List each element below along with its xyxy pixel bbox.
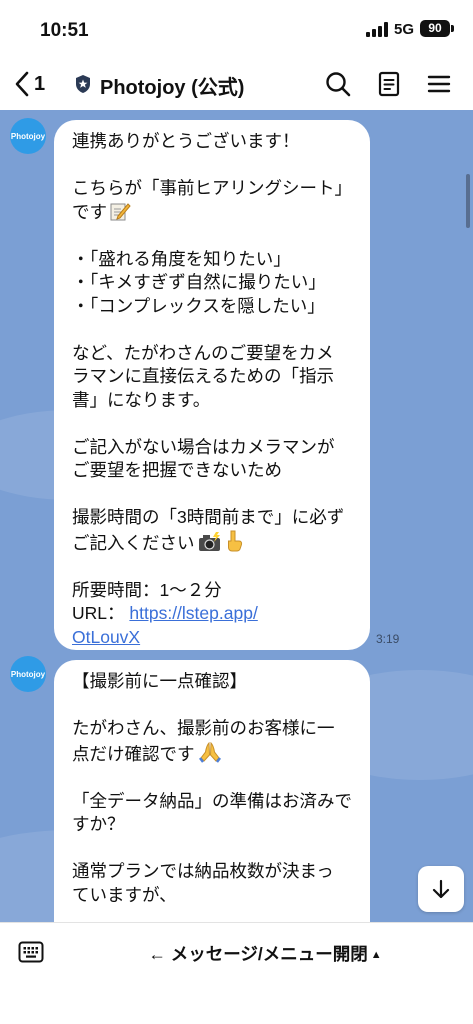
- message-line: ラマンに直接伝えるための「指示: [72, 366, 334, 386]
- memo-emoji-icon: [110, 202, 131, 220]
- menu-toggle-button[interactable]: ← メッセージ/メニュー開閉 ▲: [100, 941, 430, 965]
- camera-flash-emoji-icon: [198, 531, 220, 551]
- verified-badge-icon: [76, 75, 90, 93]
- url-label: URL：: [72, 603, 125, 623]
- menu-toggle-label: ← メッセージ/メニュー開閉: [148, 944, 368, 964]
- message-line-with-emoji: 点だけ確認です: [72, 741, 352, 767]
- message-url-line: URL： https://lstep.app/: [72, 602, 352, 626]
- message-line: 撮影時間の「3時間前まで」に必ず: [72, 507, 345, 527]
- message-line-with-emoji: ご記入ください: [72, 530, 352, 556]
- signal-icon: [366, 22, 388, 37]
- battery-icon: 90: [420, 20, 450, 37]
- message-line: [72, 318, 352, 342]
- message-line-text: です: [72, 201, 107, 222]
- message-line: 連携ありがとうございます！: [72, 131, 300, 151]
- message-line: ・「コンプレックスを隠したい」: [72, 295, 325, 316]
- scroll-to-bottom-button[interactable]: [418, 866, 464, 912]
- message-line: [72, 154, 352, 178]
- message-line-text: ご記入ください: [72, 532, 195, 553]
- chat-title: Photojoy (公式): [100, 77, 245, 99]
- message-line: ご記入がない場合はカメラマンが: [72, 436, 335, 457]
- message-line: 書」になります。: [72, 389, 211, 410]
- message-timestamp: 3:19: [376, 632, 400, 646]
- status-bar: 10:51 5G 90: [0, 0, 473, 58]
- message-line: [72, 483, 352, 507]
- arrow-down-icon: [432, 879, 450, 899]
- message-line: [72, 694, 352, 718]
- pointing-down-emoji-icon: [227, 530, 242, 551]
- menu-icon[interactable]: [425, 70, 453, 98]
- message-line-text: 点だけ確認です: [72, 743, 195, 764]
- message-line: [72, 837, 352, 861]
- message-bubble[interactable]: 連携ありがとうございます！ こちらが「事前ヒアリングシート」 です ・「盛れる角…: [54, 120, 370, 650]
- message-line: すか？: [72, 814, 125, 834]
- message-line: [72, 224, 352, 248]
- message-line: [72, 412, 352, 436]
- network-type: 5G: [394, 21, 415, 38]
- keyboard-icon[interactable]: [18, 941, 44, 963]
- bottom-bar: ← メッセージ/メニュー開閉 ▲: [0, 922, 473, 1024]
- scrollbar-thumb[interactable]: [466, 174, 470, 228]
- message-line: 【撮影前に一点確認】: [72, 671, 247, 691]
- url-link[interactable]: https://lstep.app/: [129, 603, 257, 623]
- url-link-continued[interactable]: OtLouvX: [72, 627, 140, 647]
- avatar-label: Photojoy: [10, 669, 46, 679]
- message-line: ていますが、: [72, 884, 177, 905]
- message-line: など、たがわさんのご要望をカメ: [72, 342, 334, 363]
- message-line: [72, 555, 352, 579]
- message-line-with-emoji: です: [72, 201, 352, 225]
- note-icon[interactable]: [375, 70, 403, 98]
- message-line: 所要時間：1〜２分: [72, 579, 222, 600]
- battery-tip: [451, 25, 454, 32]
- message-url-line: OtLouvX: [72, 626, 352, 650]
- status-time: 10:51: [40, 20, 89, 41]
- message-line: 通常プランでは納品枚数が決まっ: [72, 861, 334, 881]
- avatar-label: Photojoy: [10, 131, 46, 141]
- message-line: ・「キメすぎず自然に撮りたい」: [72, 272, 326, 292]
- avatar[interactable]: Photojoy: [10, 118, 46, 154]
- search-icon[interactable]: [324, 70, 352, 98]
- chat-message-list[interactable]: Photojoy 連携ありがとうございます！ こちらが「事前ヒアリングシート」 …: [0, 110, 473, 922]
- unread-count: 1: [34, 72, 46, 95]
- avatar[interactable]: Photojoy: [10, 656, 46, 692]
- folded-hands-emoji-icon: [198, 741, 221, 763]
- chevron-left-icon: [15, 71, 29, 97]
- message-line: ・「盛れる角度を知りたい」: [72, 248, 291, 269]
- triangle-up-icon: ▲: [370, 949, 382, 961]
- message-line: たがわさん、撮影前のお客様に一: [72, 718, 335, 738]
- back-button[interactable]: 1: [14, 70, 56, 98]
- message-line: 「全データ納品」の準備はお済みで: [72, 790, 352, 811]
- chat-header: 1 Photojoy (公式): [0, 58, 473, 110]
- message-bubble[interactable]: 【撮影前に一点確認】 たがわさん、撮影前のお客様に一 点だけ確認です 「全データ…: [54, 660, 370, 922]
- message-line: こちらが「事前ヒアリングシート」: [72, 178, 352, 198]
- message-line: [72, 766, 352, 790]
- message-line: ご要望を把握できないため: [72, 460, 282, 480]
